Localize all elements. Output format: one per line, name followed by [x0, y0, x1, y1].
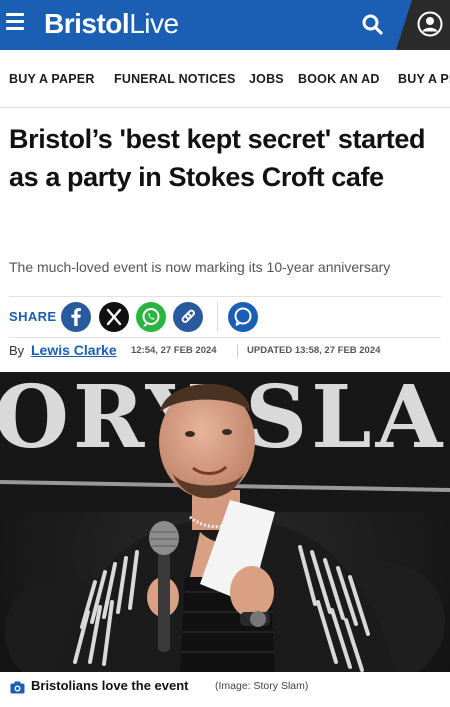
whatsapp-icon[interactable]	[136, 302, 166, 332]
byline-prefix: By	[9, 343, 25, 358]
nav-buy-a-paper-2[interactable]: BUY A PI	[398, 72, 450, 86]
user-account-icon	[417, 11, 443, 37]
logo-live: Live	[129, 8, 179, 39]
caption-text: Bristolians love the event	[31, 678, 189, 693]
facebook-icon[interactable]	[61, 302, 91, 332]
x-twitter-icon[interactable]	[99, 302, 129, 332]
byline-divider	[237, 344, 238, 358]
copy-link-icon[interactable]	[173, 302, 203, 332]
site-header: BristolLive	[0, 0, 450, 50]
nav-book-an-ad[interactable]: BOOK AN AD	[298, 72, 380, 86]
updated-time: UPDATED 13:58, 27 FEB 2024	[247, 345, 381, 356]
article-standfirst: The much-loved event is now marking its …	[9, 259, 391, 275]
article-byline: By Lewis Clarke 12:54, 27 FEB 2024 UPDAT…	[9, 342, 441, 363]
section-nav: BUY A PAPER FUNERAL NOTICES JOBS BOOK AN…	[0, 50, 450, 108]
share-divider	[217, 302, 218, 332]
article-headline: Bristol’s 'best kept secret' started as …	[9, 124, 426, 192]
hero-image: ORY SLA	[0, 372, 450, 672]
nav-jobs[interactable]: JOBS	[249, 72, 284, 86]
logo-bristol: Bristol	[44, 8, 130, 39]
comments-icon[interactable]	[228, 302, 258, 332]
image-caption: Bristolians love the event (Image: Story…	[10, 678, 442, 698]
share-bar: SHARE	[9, 296, 441, 338]
author-link[interactable]: Lewis Clarke	[31, 342, 117, 358]
hamburger-menu-icon[interactable]	[6, 13, 26, 33]
caption-credit: (Image: Story Slam)	[215, 680, 309, 692]
nav-funeral-notices[interactable]: FUNERAL NOTICES	[114, 72, 236, 86]
published-time: 12:54, 27 FEB 2024	[131, 345, 217, 356]
share-label: SHARE	[9, 309, 57, 324]
user-account-button[interactable]	[396, 0, 450, 50]
site-logo[interactable]: BristolLive	[44, 7, 179, 41]
camera-icon	[10, 681, 25, 694]
performer-photo: ORY SLA	[0, 372, 450, 672]
search-icon[interactable]	[360, 12, 386, 38]
nav-buy-a-paper[interactable]: BUY A PAPER	[9, 72, 95, 86]
